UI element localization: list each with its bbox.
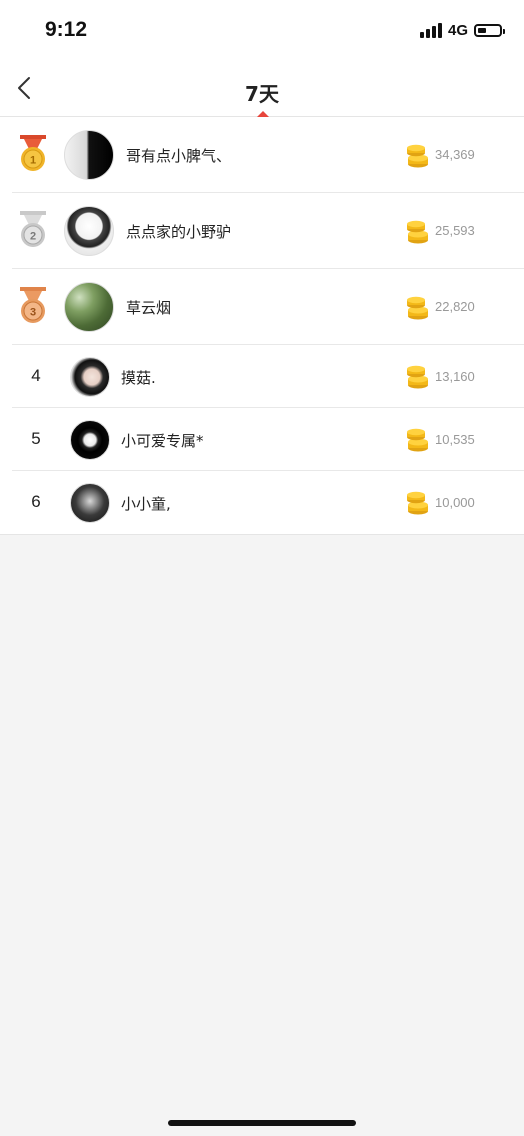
page-title[interactable]: 7天: [0, 78, 524, 107]
coin-icon: [407, 144, 428, 168]
svg-text:2: 2: [30, 231, 36, 243]
avatar[interactable]: [70, 420, 110, 460]
status-time: 9:12: [45, 18, 88, 41]
ranking-row-3[interactable]: 3 草云烟 22,820: [12, 269, 524, 345]
ranking-row-2[interactable]: 2 点点家的小野驴 25,593: [12, 193, 524, 269]
svg-text:1: 1: [30, 155, 36, 167]
avatar[interactable]: [64, 130, 114, 180]
user-name: 小可爱专属*: [121, 432, 204, 450]
avatar[interactable]: [64, 282, 114, 332]
score: 10,000: [435, 495, 475, 510]
score: 13,160: [435, 369, 475, 384]
score: 22,820: [435, 299, 475, 314]
coin-icon: [407, 365, 428, 389]
rank-number: 4: [31, 366, 41, 385]
score: 34,369: [435, 147, 475, 162]
avatar[interactable]: [70, 357, 110, 397]
ranking-row-5[interactable]: 5 小可爱专属* 10,535: [12, 408, 524, 471]
avatar[interactable]: [64, 206, 114, 256]
coin-icon: [407, 296, 428, 320]
avatar[interactable]: [70, 483, 110, 523]
svg-text:3: 3: [30, 307, 36, 319]
silver-medal-icon: 2: [20, 211, 46, 247]
ranking-row-4[interactable]: 4 摸菇. 13,160: [12, 345, 524, 408]
rank-number: 5: [31, 429, 41, 448]
nav-bar: 7天: [0, 62, 524, 117]
battery-icon: [474, 24, 505, 37]
ranking-row-1[interactable]: 1 哥有点小脾气、 34,369: [12, 117, 524, 193]
user-name: 点点家的小野驴: [126, 223, 232, 241]
coin-icon: [407, 491, 428, 515]
network-type: 4G: [447, 22, 468, 39]
user-name: 哥有点小脾气、: [126, 147, 232, 165]
status-bar: 9:12 4G: [0, 0, 524, 62]
home-indicator[interactable]: [168, 1120, 356, 1126]
user-name: 摸菇.: [121, 369, 156, 387]
score: 25,593: [435, 223, 475, 238]
ranking-row-6[interactable]: 6 小小童, 10,000: [12, 471, 524, 534]
signal-icon: [419, 23, 442, 38]
coin-icon: [407, 428, 428, 452]
status-icons: 4G: [419, 22, 505, 39]
score: 10,535: [435, 432, 475, 447]
ranking-list: 1 哥有点小脾气、 34,369 2 点点家的小野驴 25,593 3 草云烟 …: [0, 117, 524, 535]
coin-icon: [407, 220, 428, 244]
rank-number: 6: [31, 492, 41, 511]
user-name: 草云烟: [126, 299, 172, 317]
gold-medal-icon: 1: [20, 135, 46, 171]
user-name: 小小童,: [121, 495, 171, 513]
bronze-medal-icon: 3: [20, 287, 46, 323]
